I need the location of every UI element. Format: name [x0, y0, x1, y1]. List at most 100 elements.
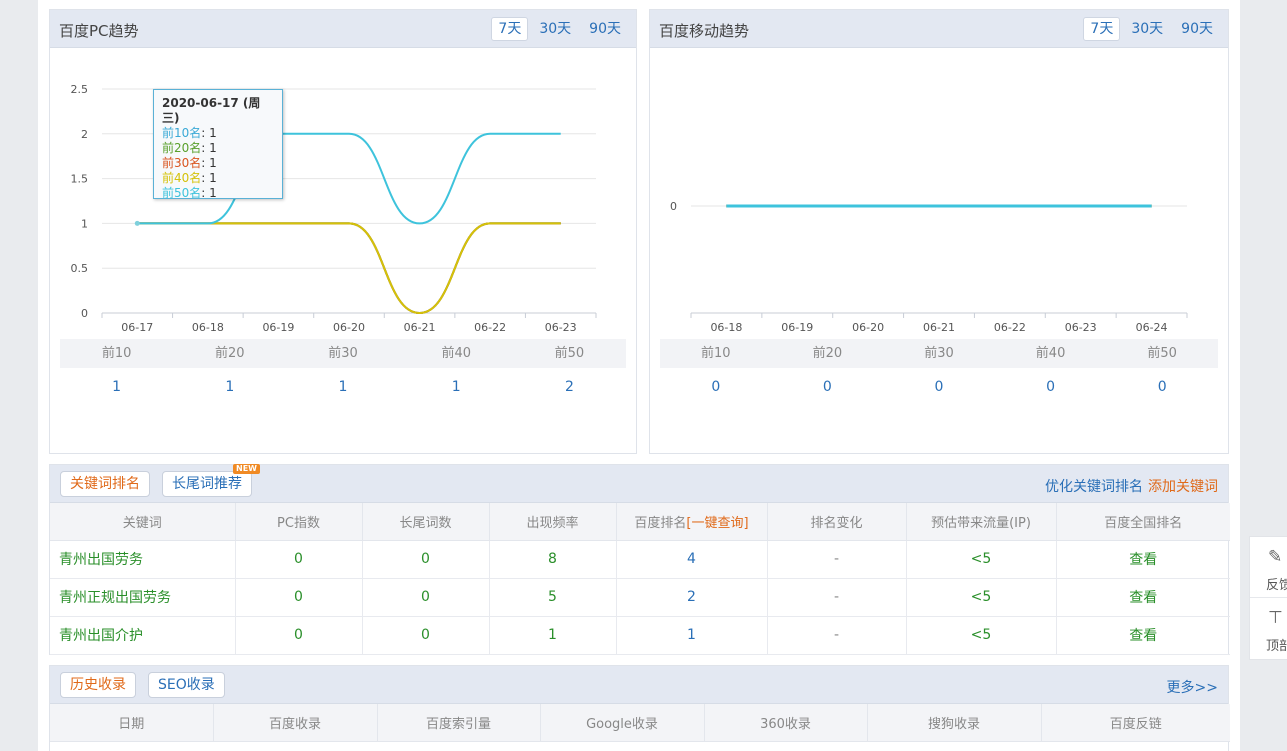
rank-cell[interactable]: 1 [616, 616, 768, 655]
pc-trend-header: 百度PC趋势 7天 30天 90天 [50, 10, 636, 48]
change-cell: - [767, 616, 907, 655]
pc-index-cell: 0 [235, 540, 363, 579]
summary-value[interactable]: 0 [660, 368, 772, 406]
pc-range-7d[interactable]: 7天 [491, 17, 529, 41]
page: 百度PC趋势 7天 30天 90天 0 0.5 1 1.5 2 2.5 06-17 06-18… [38, 0, 1240, 751]
keywords-header: 关键词排名 长尾词推荐 NEW 优化关键词排名 添加关键词 [50, 464, 1228, 503]
pc-range-group: 7天 30天 90天 [491, 17, 628, 41]
y-tick-label: 1.5 [71, 173, 89, 186]
pc-index-cell: 0 [235, 578, 363, 617]
view-national-link[interactable]: 查看 [1056, 578, 1230, 617]
tooltip-row: 前40名: 1 [162, 171, 274, 186]
back-to-top-button[interactable]: ⊤ 顶部 [1250, 598, 1287, 659]
col-baidu-rank: 百度排名[一键查询] [616, 503, 768, 541]
pc-range-30d[interactable]: 30天 [532, 17, 578, 41]
summary-header-cell: 前20 [812, 346, 843, 361]
chart-tooltip: 2020-06-17 (周三) 前10名: 1 前20名: 1 前30名: 1 … [153, 89, 283, 201]
keyword-link[interactable]: 青州出国劳务 [50, 540, 236, 579]
pc-summary-values: 1 1 1 1 2 [60, 368, 626, 406]
arrow-up-icon: ⊤ [1268, 608, 1283, 628]
tooltip-row: 前50名: 1 [162, 186, 274, 201]
view-national-link[interactable]: 查看 [1056, 540, 1230, 579]
x-tick-label: 06-19 [262, 321, 294, 334]
col-rank-change: 排名变化 [767, 503, 907, 541]
col-sogou-index: 搜狗收录 [867, 704, 1042, 742]
col-360-index: 360收录 [704, 704, 868, 742]
x-tick-label: 06-18 [710, 321, 742, 334]
col-keyword: 关键词 [50, 503, 236, 541]
table-row: 青州出国介护 0 0 1 1 - <5 查看 [50, 616, 1230, 655]
history-header: 历史收录 SEO收录 更多>> [50, 666, 1228, 704]
mobile-range-30d[interactable]: 30天 [1124, 17, 1170, 41]
x-tick-label: 06-23 [545, 321, 577, 334]
view-national-link[interactable]: 查看 [1056, 616, 1230, 655]
pc-trend-title: 百度PC趋势 [59, 22, 139, 40]
mobile-trend-card: 百度移动趋势 7天 30天 90天 0 06-18 06-19 06-20 06-21 0… [649, 9, 1229, 454]
feedback-button[interactable]: ✎ 反馈 [1250, 537, 1287, 598]
rank-cell[interactable]: 4 [616, 540, 768, 579]
table-row: 青州出国劳务 0 0 8 4 - <5 查看 [50, 540, 1230, 579]
tab-seo-index[interactable]: SEO收录 [148, 672, 225, 698]
longtail-cell: 0 [362, 616, 490, 655]
tooltip-label: 前10名 [162, 126, 202, 140]
optimize-keyword-link[interactable]: 优化关键词排名 [1045, 476, 1143, 496]
keyword-link[interactable]: 青州出国介护 [50, 616, 236, 655]
one-click-query-link[interactable]: [一键查询] [686, 516, 748, 531]
more-link[interactable]: 更多>> [1167, 677, 1218, 697]
x-tick-label: 06-23 [1065, 321, 1097, 334]
tab-history-index[interactable]: 历史收录 [60, 672, 136, 698]
x-tick-label: 06-22 [474, 321, 506, 334]
y-tick-label: 0 [81, 307, 88, 320]
mobile-range-7d[interactable]: 7天 [1083, 17, 1121, 41]
summary-value[interactable]: 0 [883, 368, 995, 406]
y-tick-label: 2.5 [71, 83, 89, 96]
x-tick-label: 06-21 [923, 321, 955, 334]
tab-longtail-recommend[interactable]: 长尾词推荐 NEW [162, 464, 260, 497]
mobile-summary-header: 前10 前20 前30 前40 前50 [660, 339, 1218, 368]
rank-cell[interactable]: 2 [616, 578, 768, 617]
traffic-cell: <5 [906, 616, 1057, 655]
mobile-summary: 前10 前20 前30 前40 前50 0 0 0 0 0 [660, 339, 1218, 406]
col-pc-index: PC指数 [235, 503, 363, 541]
x-tick-label: 06-22 [994, 321, 1026, 334]
keywords-table-header: 关键词 PC指数 长尾词数 出现频率 百度排名[一键查询] 排名变化 预估带来流… [50, 503, 1230, 541]
summary-value[interactable]: 0 [772, 368, 884, 406]
y-tick-label: 1 [81, 217, 88, 230]
mobile-trend-chart: 006-1806-1906-2006-2106-2206-2306-24前10名… [670, 200, 1188, 334]
summary-value[interactable]: 1 [173, 368, 286, 406]
feedback-label: 反馈 [1266, 578, 1287, 593]
keyword-link[interactable]: 青州正规出国劳务 [50, 578, 236, 617]
col-google-index: Google收录 [540, 704, 705, 742]
pc-trend-card: 百度PC趋势 7天 30天 90天 0 0.5 1 1.5 2 2.5 06-17 06-18… [49, 9, 637, 454]
traffic-cell: <5 [906, 540, 1057, 579]
mobile-summary-values: 0 0 0 0 0 [660, 368, 1218, 406]
add-keyword-link[interactable]: 添加关键词 [1148, 476, 1218, 496]
change-cell: - [767, 578, 907, 617]
col-baidu-backlinks: 百度反链 [1041, 704, 1230, 742]
col-longtail: 长尾词数 [362, 503, 490, 541]
x-tick-label: 06-19 [781, 321, 813, 334]
summary-value[interactable]: 1 [400, 368, 513, 406]
pc-index-cell: 0 [235, 616, 363, 655]
pc-trend-chart: 0 0.5 1 1.5 2 2.5 06-17 06-18 06-19 06-20 06-21 06-… [71, 83, 597, 334]
summary-header-cell: 前50 [1147, 346, 1177, 361]
summary-value[interactable]: 2 [513, 368, 626, 406]
pc-range-90d[interactable]: 90天 [582, 17, 628, 41]
pc-summary: 前10 前20 前30 前40 前50 1 1 1 1 2 [60, 339, 626, 406]
summary-value[interactable]: 0 [1106, 368, 1218, 406]
summary-value[interactable]: 1 [286, 368, 399, 406]
summary-value[interactable]: 0 [995, 368, 1107, 406]
tab-keyword-ranking[interactable]: 关键词排名 [60, 471, 150, 497]
summary-value[interactable]: 1 [60, 368, 173, 406]
frequency-cell: 1 [489, 616, 617, 655]
traffic-cell: <5 [906, 578, 1057, 617]
col-national-rank: 百度全国排名 [1056, 503, 1230, 541]
summary-header-cell: 前10 [101, 346, 132, 361]
side-widget: ✎ 反馈 ⊤ 顶部 [1249, 536, 1287, 660]
summary-header-cell: 前40 [441, 346, 471, 361]
tooltip-label: 前20名 [162, 141, 202, 155]
change-cell: - [767, 540, 907, 579]
tooltip-label: 前40名 [162, 171, 202, 185]
mobile-range-90d[interactable]: 90天 [1174, 17, 1220, 41]
col-traffic: 预估带来流量(IP) [906, 503, 1057, 541]
